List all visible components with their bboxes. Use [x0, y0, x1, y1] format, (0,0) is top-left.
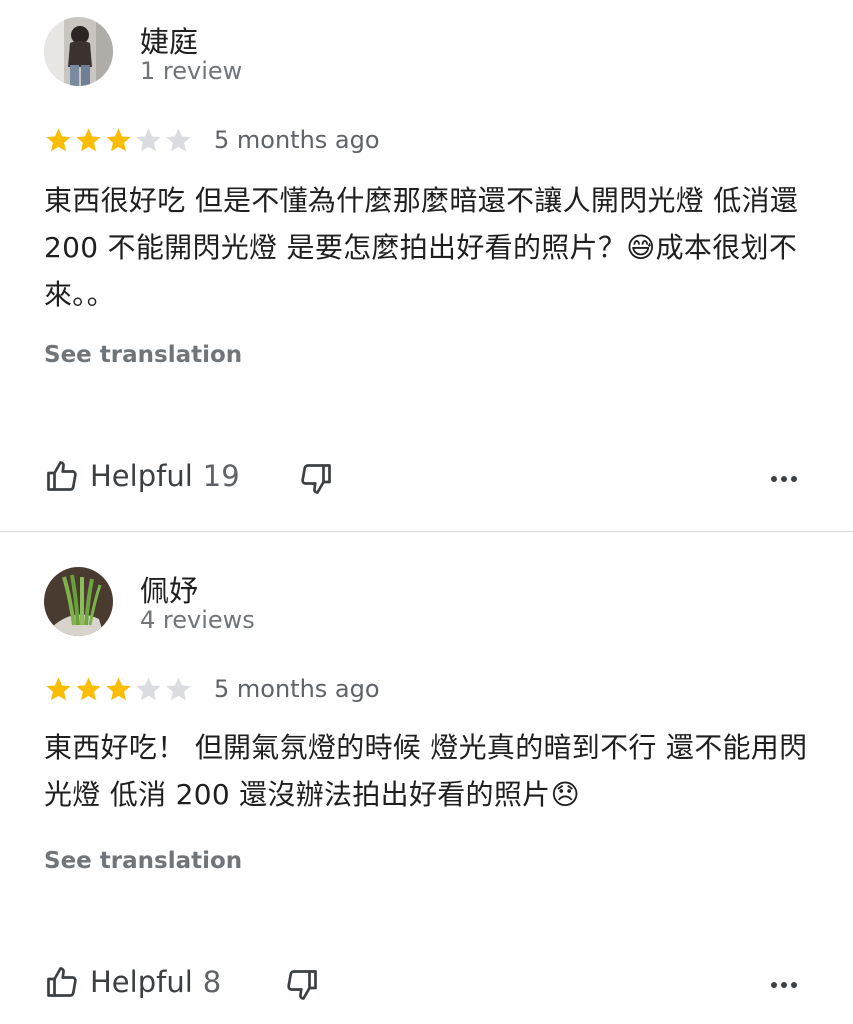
thumb-down-icon — [287, 970, 317, 1000]
review-text: 東西很好吃 但是不懂為什麼那麼暗還不讓人開閃光燈 低消還 200 不能開閃光燈 … — [44, 184, 799, 311]
avatar[interactable] — [44, 567, 113, 636]
author-name[interactable]: 佩妤 — [140, 568, 198, 610]
star-filled-icon — [46, 128, 71, 152]
star-filled-icon — [106, 677, 131, 701]
helpful-label: Helpful — [90, 965, 193, 999]
star-empty-icon — [166, 128, 191, 152]
review-text: 東西好吃！ 但開氣氛燈的時候 燈光真的暗到不行 還不能用閃光燈 低消 200 還… — [44, 731, 808, 811]
star-rating — [44, 675, 193, 704]
star-filled-icon — [76, 677, 101, 701]
star-empty-icon — [166, 677, 191, 701]
more-options-button[interactable] — [769, 464, 799, 494]
helpful-label: Helpful — [90, 459, 193, 493]
review-time: 5 months ago — [214, 675, 380, 703]
star-filled-icon — [76, 128, 101, 152]
helpful-button[interactable]: Helpful 8 — [44, 964, 221, 1000]
helpful-button[interactable]: Helpful 19 — [44, 458, 240, 494]
review-card: 婕庭 1 review 5 months ago 東西很好吃 但是不懂為什麼那麼… — [0, 0, 853, 531]
author-name[interactable]: 婕庭 — [140, 19, 198, 61]
helpful-count: 19 — [202, 459, 240, 493]
author-review-count: 1 review — [140, 57, 243, 85]
avatar[interactable] — [44, 17, 113, 86]
star-rating — [44, 126, 193, 155]
author-review-count: 4 reviews — [140, 606, 255, 634]
helpful-count: 8 — [202, 965, 222, 999]
more-horizontal-icon — [771, 476, 797, 482]
thumb-up-icon — [47, 461, 77, 491]
star-empty-icon — [136, 677, 161, 701]
star-filled-icon — [106, 128, 131, 152]
star-empty-icon — [136, 128, 161, 152]
review-time: 5 months ago — [214, 126, 380, 154]
not-helpful-button[interactable] — [284, 967, 320, 1003]
thumb-down-icon — [301, 464, 331, 494]
not-helpful-button[interactable] — [298, 461, 334, 497]
star-filled-icon — [46, 677, 71, 701]
see-translation-link[interactable]: See translation — [44, 342, 242, 368]
thumb-up-icon — [47, 967, 77, 997]
more-horizontal-icon — [771, 982, 797, 988]
review-card: 佩妤 4 reviews 5 months ago 東西好吃！ 但開氣氛燈的時候… — [0, 532, 853, 1024]
see-translation-link[interactable]: See translation — [44, 848, 242, 874]
more-options-button[interactable] — [769, 970, 799, 1000]
